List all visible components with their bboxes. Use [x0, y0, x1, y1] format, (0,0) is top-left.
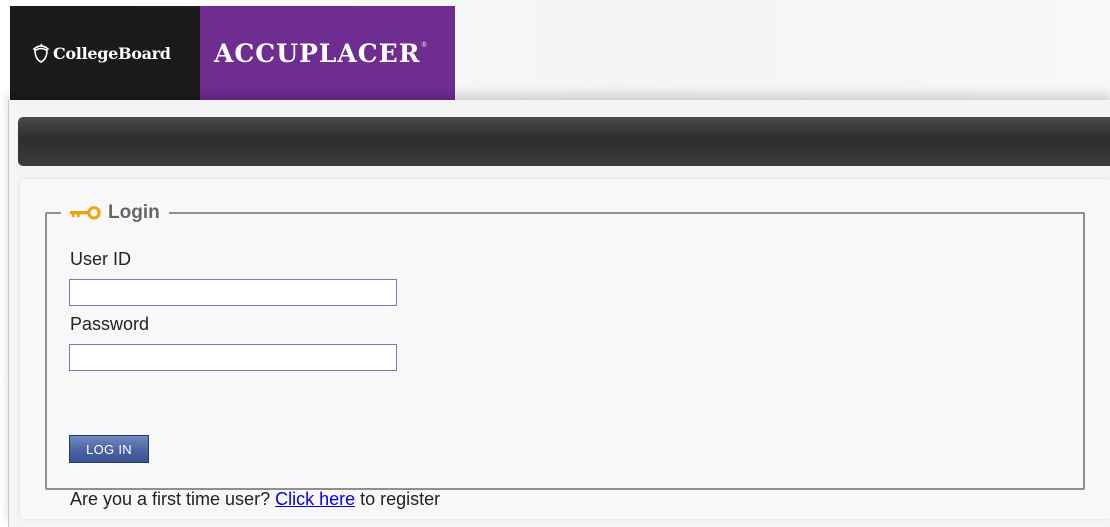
register-link[interactable]: Click here — [275, 489, 355, 509]
login-fieldset: Login User ID Password LOG IN Are you a … — [45, 201, 1085, 509]
page-shell: Login User ID Password LOG IN Are you a … — [8, 100, 1110, 527]
key-icon — [70, 206, 101, 220]
login-legend: Login — [61, 201, 169, 225]
accuplacer-logo-text: ACCUPLACER — [214, 38, 421, 68]
accuplacer-logo[interactable]: ACCUPLACER ® — [200, 6, 455, 100]
collegeboard-logo[interactable]: CollegeBoard — [10, 6, 200, 100]
collegeboard-logo-text: CollegeBoard — [53, 43, 171, 63]
user-id-label: User ID — [70, 249, 132, 269]
register-prompt: Are you a first time user? Click here to… — [70, 489, 440, 510]
user-id-input[interactable] — [69, 279, 397, 306]
registered-mark: ® — [421, 41, 427, 49]
password-label: Password — [70, 314, 150, 334]
login-title: Login — [108, 202, 160, 223]
main-content-panel: Login User ID Password LOG IN Are you a … — [20, 179, 1110, 519]
password-input[interactable] — [69, 344, 397, 371]
acorn-icon — [32, 43, 50, 63]
header-logos: CollegeBoard ACCUPLACER ® — [10, 6, 455, 100]
page: CollegeBoard ACCUPLACER® Login User ID — [0, 0, 1110, 527]
register-prefix: Are you a first time user? — [70, 489, 271, 509]
register-suffix: to register — [360, 489, 441, 509]
login-button[interactable]: LOG IN — [69, 435, 149, 463]
top-nav-bar — [18, 117, 1110, 166]
